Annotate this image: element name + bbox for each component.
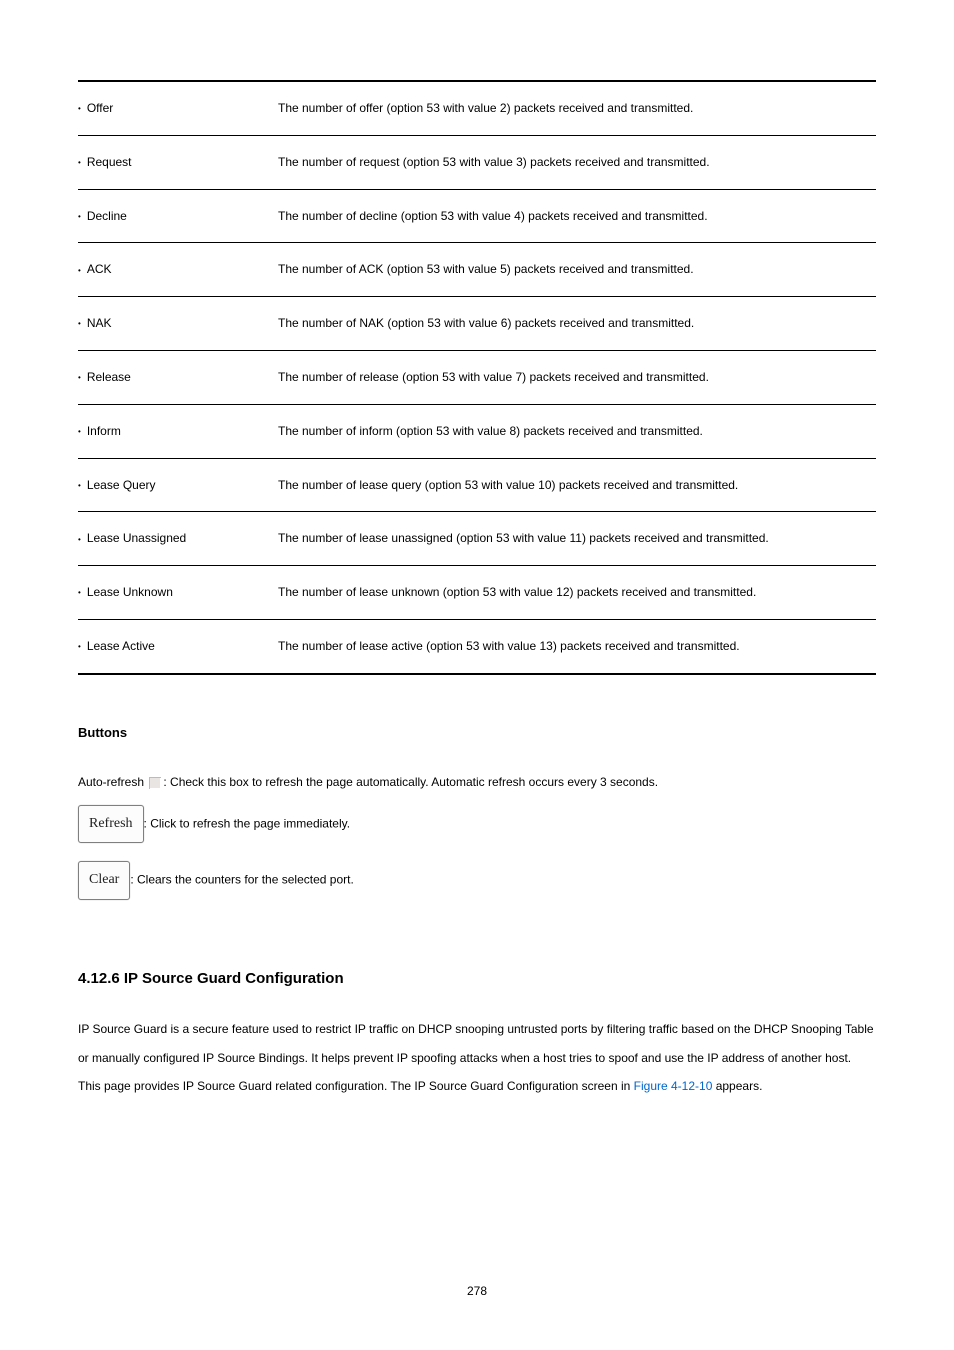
row-desc: The number of lease unassigned (option 5… <box>278 512 876 566</box>
row-label: Lease Unknown <box>78 585 173 599</box>
buttons-heading: Buttons <box>78 725 876 740</box>
row-label-cell: Lease Unassigned <box>78 512 278 566</box>
table-row: Request The number of request (option 53 … <box>78 135 876 189</box>
row-label-cell: NAK <box>78 297 278 351</box>
row-desc: The number of ACK (option 53 with value … <box>278 243 876 297</box>
row-label: Lease Unassigned <box>78 531 186 545</box>
row-desc: The number of decline (option 53 with va… <box>278 189 876 243</box>
auto-refresh-suffix: : Check this box to refresh the page aut… <box>163 775 658 789</box>
clear-button[interactable]: Clear <box>78 861 130 900</box>
row-label-cell: Inform <box>78 404 278 458</box>
table-row: Lease Unknown The number of lease unknown… <box>78 566 876 620</box>
row-label: ACK <box>78 262 112 276</box>
section-body-post: appears. <box>712 1079 762 1093</box>
section-body: IP Source Guard is a secure feature used… <box>78 1015 876 1101</box>
clear-line: Clear: Clears the counters for the selec… <box>78 861 876 900</box>
row-desc: The number of request (option 53 with va… <box>278 135 876 189</box>
row-label: Decline <box>78 209 127 223</box>
refresh-button[interactable]: Refresh <box>78 805 144 844</box>
table-row: Lease Unassigned The number of lease unas… <box>78 512 876 566</box>
dhcp-statistics-table: Offer The number of offer (option 53 with… <box>78 80 876 675</box>
row-desc: The number of lease active (option 53 wi… <box>278 619 876 673</box>
checkbox-icon[interactable] <box>149 777 161 789</box>
row-label-cell: ACK <box>78 243 278 297</box>
row-label: Inform <box>78 424 121 438</box>
row-desc: The number of release (option 53 with va… <box>278 350 876 404</box>
row-desc: The number of inform (option 53 with val… <box>278 404 876 458</box>
table-row: Release The number of release (option 53 … <box>78 350 876 404</box>
row-label-cell: Release <box>78 350 278 404</box>
row-desc: The number of lease query (option 53 wit… <box>278 458 876 512</box>
row-label: Lease Active <box>78 639 155 653</box>
section-heading: 4.12.6 IP Source Guard Configuration <box>78 970 876 987</box>
table-row: Inform The number of inform (option 53 wi… <box>78 404 876 458</box>
row-label: NAK <box>78 316 112 330</box>
row-label: Lease Query <box>78 478 156 492</box>
table-row: NAK The number of NAK (option 53 with val… <box>78 297 876 351</box>
row-label-cell: Lease Unknown <box>78 566 278 620</box>
refresh-line: Refresh: Click to refresh the page immed… <box>78 805 876 844</box>
table-row: Lease Query The number of lease query (op… <box>78 458 876 512</box>
refresh-desc: : Click to refresh the page immediately. <box>144 816 351 830</box>
table-row: Lease Active The number of lease active (… <box>78 619 876 673</box>
row-label-cell: Decline <box>78 189 278 243</box>
row-label: Request <box>78 155 132 169</box>
row-label-cell: Offer <box>78 81 278 135</box>
row-label-cell: Lease Active <box>78 619 278 673</box>
row-desc: The number of NAK (option 53 with value … <box>278 297 876 351</box>
page-number: 278 <box>0 1284 954 1298</box>
clear-desc: : Clears the counters for the selected p… <box>130 873 353 887</box>
row-label-cell: Request <box>78 135 278 189</box>
table-row: Decline The number of decline (option 53 … <box>78 189 876 243</box>
row-label: Release <box>78 370 131 384</box>
row-desc: The number of lease unknown (option 53 w… <box>278 566 876 620</box>
figure-link[interactable]: Figure 4-12-10 <box>634 1079 713 1093</box>
row-desc: The number of offer (option 53 with valu… <box>278 81 876 135</box>
table-row: ACK The number of ACK (option 53 with val… <box>78 243 876 297</box>
table-row: Offer The number of offer (option 53 with… <box>78 81 876 135</box>
auto-refresh-prefix: Auto-refresh <box>78 775 147 789</box>
auto-refresh-line: Auto-refresh : Check this box to refresh… <box>78 768 876 797</box>
row-label: Offer <box>78 101 113 115</box>
row-label-cell: Lease Query <box>78 458 278 512</box>
